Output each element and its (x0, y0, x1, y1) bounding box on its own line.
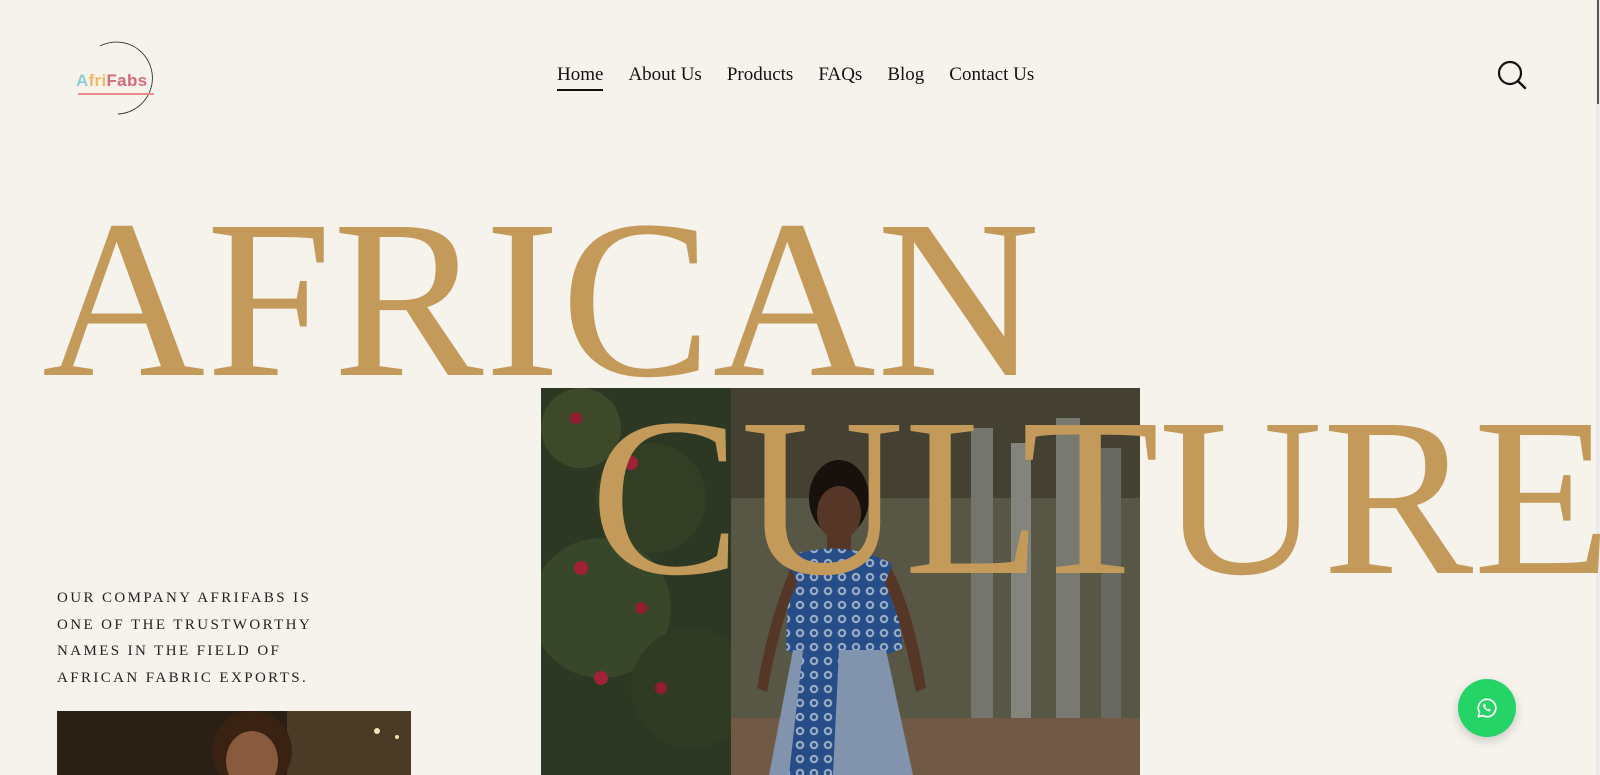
whatsapp-chat-button[interactable] (1458, 679, 1516, 737)
main-nav: Home About Us Products FAQs Blog Contact… (557, 64, 1034, 91)
nav-contact-us[interactable]: Contact Us (949, 64, 1034, 91)
logo-letters-bs: bs (126, 71, 148, 90)
logo-wordmark: AfriFabs (76, 71, 147, 91)
logo-letter-a: A (76, 71, 89, 90)
nav-products[interactable]: Products (727, 64, 794, 91)
whatsapp-icon (1477, 698, 1497, 718)
logo-underline (78, 93, 154, 95)
logo-letters-fa: Fa (106, 71, 127, 90)
hero-title-line-2: CULTURE (590, 372, 1600, 622)
search-button[interactable] (1496, 59, 1528, 91)
nav-home[interactable]: Home (557, 64, 604, 91)
scrollbar-thumb[interactable] (1597, 0, 1599, 104)
site-logo[interactable]: AfriFabs (72, 38, 158, 116)
nav-about-us[interactable]: About Us (628, 64, 701, 91)
secondary-photo-illustration (57, 711, 411, 775)
search-icon (1497, 60, 1527, 90)
secondary-photo-model (57, 711, 411, 775)
logo-letters-fri: fri (88, 71, 107, 90)
nav-blog[interactable]: Blog (887, 64, 924, 91)
nav-faqs[interactable]: FAQs (818, 64, 862, 91)
company-intro-text: OUR COMPANY AFRIFABS IS ONE OF THE TRUST… (57, 590, 312, 686)
